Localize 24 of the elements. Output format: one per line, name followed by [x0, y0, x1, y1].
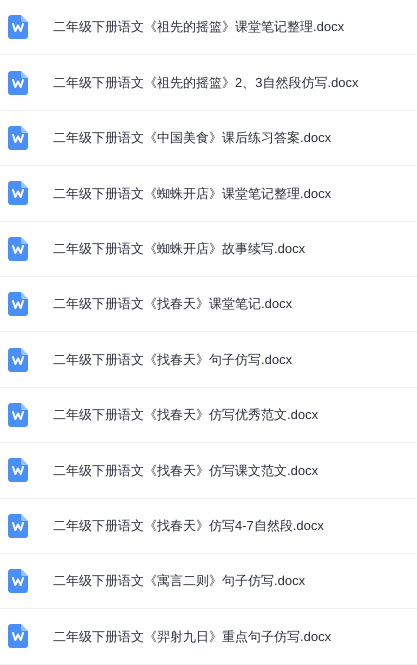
file-name[interactable]: 二年级下册语文《羿射九日》重点句子仿写.docx: [53, 626, 332, 646]
file-name[interactable]: 二年级下册语文《找春天》句子仿写.docx: [53, 350, 292, 370]
document-icon: [8, 70, 28, 95]
document-icon: [8, 624, 28, 648]
document-icon: [8, 126, 28, 150]
file-name[interactable]: 二年级下册语文《祖先的摇篮》课堂笔记整理.docx: [53, 17, 344, 37]
file-name[interactable]: 二年级下册语文《找春天》仿写优秀范文.docx: [53, 405, 318, 425]
document-icon: [8, 514, 28, 538]
file-name[interactable]: 二年级下册语文《蜘蛛开店》课堂笔记整理.docx: [53, 184, 332, 204]
document-icon: [8, 181, 28, 206]
file-name[interactable]: 二年级下册语文《找春天》仿写4-7自然段.docx: [53, 516, 324, 536]
document-icon: [8, 348, 28, 372]
file-name[interactable]: 二年级下册语文《寓言二则》句子仿写.docx: [53, 571, 306, 591]
file-name[interactable]: 二年级下册语文《蜘蛛开店》故事续写.docx: [53, 239, 306, 258]
document-icon: [8, 458, 28, 482]
document-icon: [8, 15, 28, 40]
file-name[interactable]: 二年级下册语文《中国美食》课后练习答案.docx: [53, 128, 332, 148]
file-name[interactable]: 二年级下册语文《找春天》仿写课文范文.docx: [53, 460, 318, 480]
document-icon: [8, 569, 28, 594]
file-name[interactable]: 二年级下册语文《祖先的摇篮》2、3自然段仿写.docx: [53, 72, 359, 92]
document-icon: [8, 236, 28, 261]
file-name[interactable]: 二年级下册语文《找春天》课堂笔记.docx: [53, 294, 292, 314]
document-icon: [8, 292, 28, 316]
document-icon: [8, 402, 28, 427]
